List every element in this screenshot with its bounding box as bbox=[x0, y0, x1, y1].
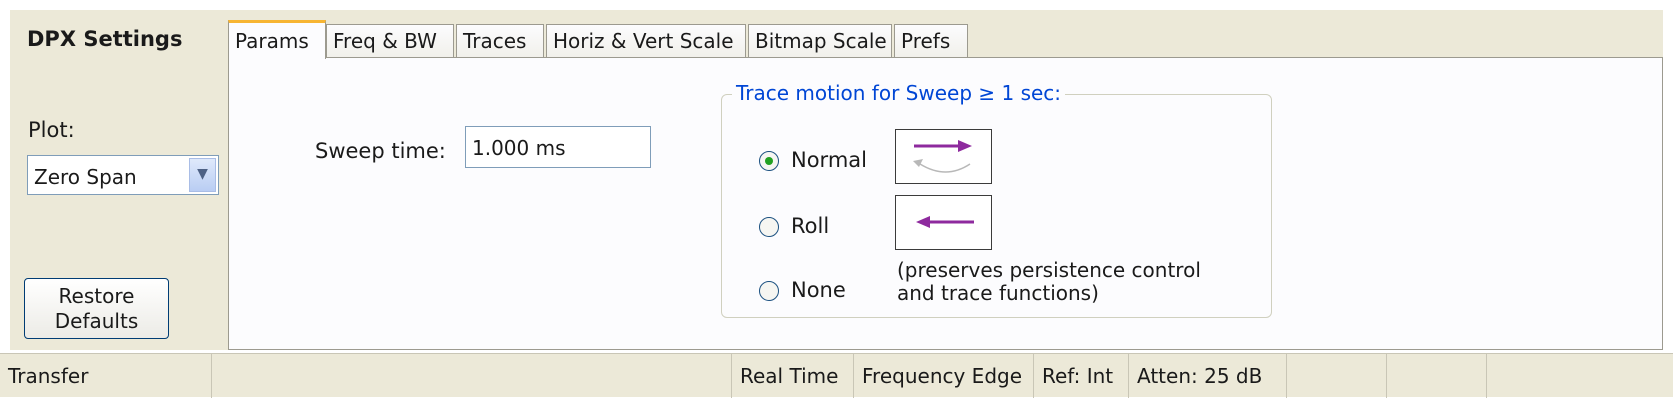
tab-traces[interactable]: Traces bbox=[456, 24, 544, 58]
sweep-time-label: Sweep time: bbox=[315, 139, 446, 163]
note-line2: and trace functions) bbox=[897, 281, 1099, 305]
status-bar: Transfer Real Time Frequency Edge Ref: I… bbox=[0, 353, 1673, 398]
radio-normal-control[interactable] bbox=[759, 151, 779, 171]
status-real-time: Real Time bbox=[732, 354, 854, 398]
tab-params[interactable]: Params bbox=[228, 20, 326, 59]
sweep-wrap-icon bbox=[895, 129, 992, 184]
status-empty-cell bbox=[1387, 354, 1487, 398]
restore-defaults-button[interactable]: Restore Defaults bbox=[24, 278, 169, 339]
plot-label: Plot: bbox=[28, 118, 75, 142]
note-line1: (preserves persistence control bbox=[897, 258, 1201, 282]
trace-motion-group: Trace motion for Sweep ≥ 1 sec: Normal R… bbox=[721, 81, 1272, 318]
status-empty-cell bbox=[1287, 354, 1387, 398]
radio-roll-label: Roll bbox=[791, 214, 830, 238]
plot-select[interactable]: Zero Span ▼ bbox=[27, 155, 219, 195]
chevron-down-icon[interactable]: ▼ bbox=[189, 158, 216, 192]
restore-label-line1: Restore bbox=[58, 284, 135, 308]
params-tab-content: Sweep time: 1.000 ms Trace motion for Sw… bbox=[228, 57, 1663, 350]
left-pane: DPX Settings Plot: Zero Span ▼ Restore D… bbox=[10, 10, 230, 350]
radio-none-label: None bbox=[791, 278, 846, 302]
none-option-note: (preserves persistence control and trace… bbox=[897, 259, 1201, 305]
restore-label-line2: Defaults bbox=[54, 309, 139, 333]
status-empty-cell bbox=[212, 354, 732, 398]
status-ref: Ref: Int bbox=[1034, 354, 1129, 398]
tab-bitmap-scale[interactable]: Bitmap Scale bbox=[748, 24, 892, 58]
radio-roll-control[interactable] bbox=[759, 217, 779, 237]
panel-title: DPX Settings bbox=[27, 27, 183, 51]
dpx-settings-panel: DPX Settings Plot: Zero Span ▼ Restore D… bbox=[10, 10, 1663, 350]
tab-freq-bw[interactable]: Freq & BW bbox=[326, 24, 454, 58]
status-transfer: Transfer bbox=[0, 354, 212, 398]
tab-prefs[interactable]: Prefs bbox=[894, 24, 968, 58]
radio-normal-label: Normal bbox=[791, 148, 867, 172]
status-atten: Atten: 25 dB bbox=[1129, 354, 1287, 398]
tab-horiz-vert-scale[interactable]: Horiz & Vert Scale bbox=[546, 24, 746, 58]
trace-motion-group-label: Trace motion for Sweep ≥ 1 sec: bbox=[732, 81, 1066, 105]
sweep-time-input[interactable]: 1.000 ms bbox=[465, 126, 651, 168]
status-empty-cell bbox=[1487, 354, 1673, 398]
plot-select-value: Zero Span bbox=[34, 165, 137, 189]
radio-none-control[interactable] bbox=[759, 281, 779, 301]
radio-selected-dot bbox=[765, 157, 773, 165]
roll-left-arrow-icon bbox=[895, 195, 992, 250]
status-frequency-edge: Frequency Edge bbox=[854, 354, 1034, 398]
